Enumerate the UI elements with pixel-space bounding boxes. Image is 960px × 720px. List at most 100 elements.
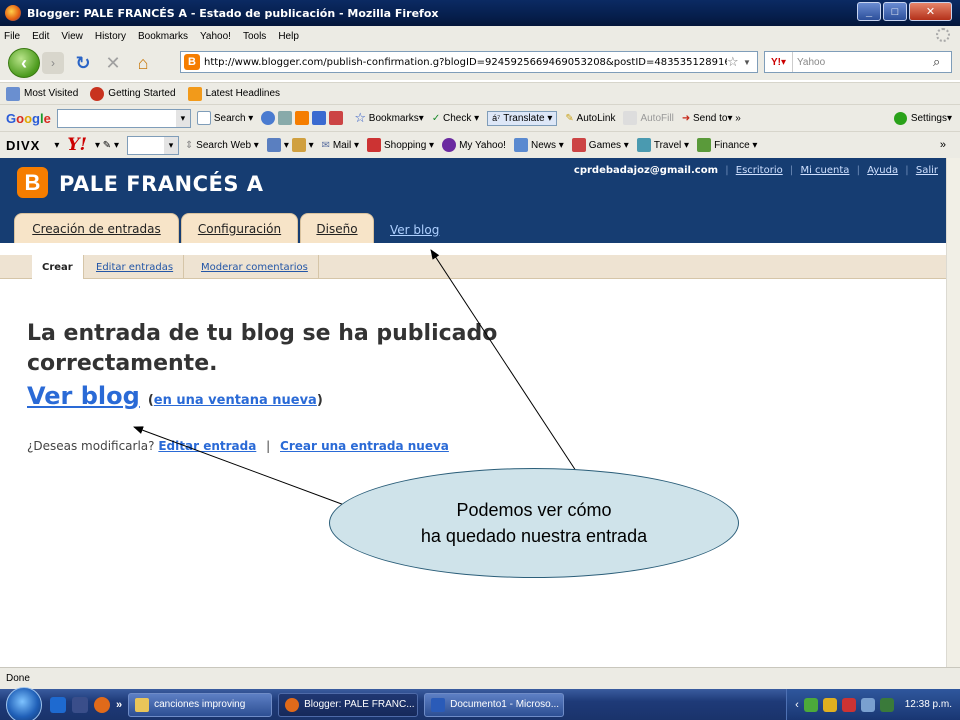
reload-icon[interactable]: ↻ — [72, 52, 94, 74]
show-desktop-icon[interactable] — [72, 696, 88, 713]
new-window-link[interactable]: en una ventana nueva — [154, 393, 317, 408]
subtab-editar-entradas[interactable]: Editar entradas — [86, 255, 185, 279]
my-yahoo-icon — [442, 138, 457, 152]
bookmark-star-icon[interactable]: ☆ — [727, 54, 743, 70]
tab-ver-blog[interactable]: Ver blog — [390, 223, 439, 237]
news-button[interactable]: News ▾ — [513, 138, 564, 152]
task-documento1[interactable]: Documento1 - Microso... — [424, 692, 565, 717]
menu-tools[interactable]: Tools — [243, 31, 266, 42]
yahoo-dropdown[interactable]: ▾ ✎ ▾ — [95, 140, 119, 151]
minimize-button[interactable]: _ — [857, 2, 881, 21]
quick-launch-more[interactable]: » — [116, 699, 122, 711]
shield-button[interactable]: ▾ ▾ — [266, 138, 314, 152]
yahoo-logo[interactable]: Y! — [67, 135, 87, 155]
shopping-button[interactable]: Shopping ▾ — [367, 138, 434, 152]
network-icon[interactable] — [803, 697, 818, 712]
maximize-button[interactable]: □ — [883, 2, 907, 21]
games-button[interactable]: Games ▾ — [571, 138, 629, 152]
menu-help[interactable]: Help — [278, 31, 299, 42]
send-to-button[interactable]: ➜ Send to ▾ » — [682, 113, 741, 124]
spellcheck-icon: ✓ — [431, 112, 441, 124]
vertical-scrollbar[interactable] — [946, 158, 960, 667]
subtab-bar: Crear Editar entradas Moderar comentario… — [0, 243, 946, 279]
system-tray: ‹ 12:38 p.m. — [786, 689, 960, 720]
url-text[interactable]: http://www.blogger.com/publish-confirmat… — [204, 57, 727, 68]
check-button[interactable]: ✓ Check ▾ — [432, 113, 479, 124]
send-arrow-icon: ➜ — [681, 112, 691, 124]
google-logo[interactable]: Google — [6, 111, 51, 126]
link-salir[interactable]: Salir — [916, 165, 938, 176]
callout-line-1: Podemos ver cómo — [456, 500, 612, 520]
google-search-field[interactable] — [56, 108, 191, 128]
url-dropdown-icon[interactable]: ▼ — [743, 58, 757, 67]
search-web-button[interactable]: ⇕ Search Web ▾ — [185, 140, 259, 151]
link-mi-cuenta[interactable]: Mi cuenta — [800, 165, 849, 176]
search-icon[interactable]: ⌕ — [933, 54, 951, 70]
menu-bookmarks[interactable]: Bookmarks — [138, 31, 188, 42]
link-escritorio[interactable]: Escritorio — [736, 165, 783, 176]
view-blog-link[interactable]: Ver blog — [27, 382, 140, 410]
blogger-icon — [295, 111, 310, 125]
search-box[interactable]: Y!▾ Yahoo ⌕ — [764, 51, 952, 73]
pencil-edit-icon — [291, 138, 306, 152]
tab-configuracion[interactable]: Configuración — [181, 213, 298, 243]
menu-history[interactable]: History — [95, 31, 126, 42]
divx-dropdown[interactable]: ▾ — [54, 140, 59, 151]
stop-icon[interactable]: ✕ — [102, 52, 124, 74]
new-post-link[interactable]: Crear una entrada nueva — [280, 439, 449, 453]
tab-creacion-entradas[interactable]: Creación de entradas — [14, 213, 179, 243]
clock[interactable]: 12:38 p.m. — [905, 699, 952, 710]
alert-icon[interactable] — [841, 697, 856, 712]
yahoo-engine-icon[interactable]: Y!▾ — [765, 52, 793, 72]
tab-diseno[interactable]: Diseño — [300, 213, 374, 243]
url-bar[interactable]: B http://www.blogger.com/publish-confirm… — [180, 51, 758, 73]
volume-icon[interactable] — [860, 697, 875, 712]
google-bookmarks-button[interactable]: ☆ Bookmarks ▾ — [354, 110, 423, 126]
subtab-crear[interactable]: Crear — [32, 255, 84, 279]
finance-button[interactable]: Finance ▾ — [697, 138, 757, 152]
wand-icon: ✎ — [565, 112, 574, 124]
my-yahoo-button[interactable]: My Yahoo! — [442, 138, 506, 152]
google-search-button[interactable]: Search ▾ — [196, 111, 253, 125]
yahoo-search-field[interactable] — [127, 135, 179, 155]
settings-status-icon — [893, 111, 907, 125]
menu-view[interactable]: View — [61, 31, 83, 42]
task-blogger-firefox[interactable]: Blogger: PALE FRANC... — [278, 692, 419, 717]
firefox-quick-icon[interactable] — [94, 696, 110, 713]
start-button[interactable] — [6, 686, 42, 720]
security-shield-icon[interactable] — [822, 697, 837, 712]
connection-icon[interactable] — [879, 697, 894, 712]
close-button[interactable]: ✕ — [909, 2, 952, 21]
mail-button[interactable]: ✉ Mail ▾ — [322, 140, 359, 151]
menu-yahoo[interactable]: Yahoo! — [200, 31, 231, 42]
menu-edit[interactable]: Edit — [32, 31, 49, 42]
tray-expand-icon[interactable]: ‹ — [795, 699, 799, 711]
user-email: cprdebadajoz@gmail.com — [573, 165, 718, 176]
task-canciones[interactable]: canciones improving — [128, 692, 273, 717]
forward-button[interactable]: › — [42, 52, 64, 74]
back-button[interactable]: ‹ — [8, 48, 40, 78]
translate-button[interactable]: á⁷ Translate ▾ — [487, 110, 558, 126]
search-input[interactable]: Yahoo — [797, 57, 933, 68]
subtab-moderar-comentarios[interactable]: Moderar comentarios — [191, 255, 319, 279]
autolink-button[interactable]: ✎ AutoLink — [565, 113, 615, 124]
menu-file[interactable]: File — [4, 31, 20, 42]
blogger-favicon-icon: B — [184, 54, 200, 70]
yahoo-toolbar: DIVX ▾ Y! ▾ ✎ ▾ ⇕ Search Web ▾ ▾ ▾ ✉ Mai… — [0, 131, 960, 158]
rss-icon — [187, 86, 202, 101]
settings-button[interactable]: Settings ▾ — [893, 111, 952, 125]
yahoo-toolbar-more[interactable]: » — [940, 139, 946, 151]
home-icon[interactable]: ⌂ — [132, 52, 154, 74]
status-bar: Done — [0, 667, 960, 689]
bookmark-latest-headlines[interactable]: Latest Headlines — [187, 86, 280, 101]
travel-button[interactable]: Travel ▾ — [636, 138, 689, 152]
bookmark-getting-started[interactable]: Getting Started — [90, 86, 176, 101]
blogger-logo-icon[interactable]: B — [17, 167, 48, 198]
autofill-button[interactable]: AutoFill — [623, 111, 674, 125]
ie-icon[interactable] — [50, 696, 66, 713]
link-ayuda[interactable]: Ayuda — [867, 165, 898, 176]
toolbar-icons-group[interactable] — [261, 111, 346, 125]
bookmark-most-visited[interactable]: Most Visited — [6, 86, 78, 101]
divx-logo[interactable]: DIVX — [6, 138, 40, 153]
edit-post-link[interactable]: Editar entrada — [158, 439, 256, 453]
